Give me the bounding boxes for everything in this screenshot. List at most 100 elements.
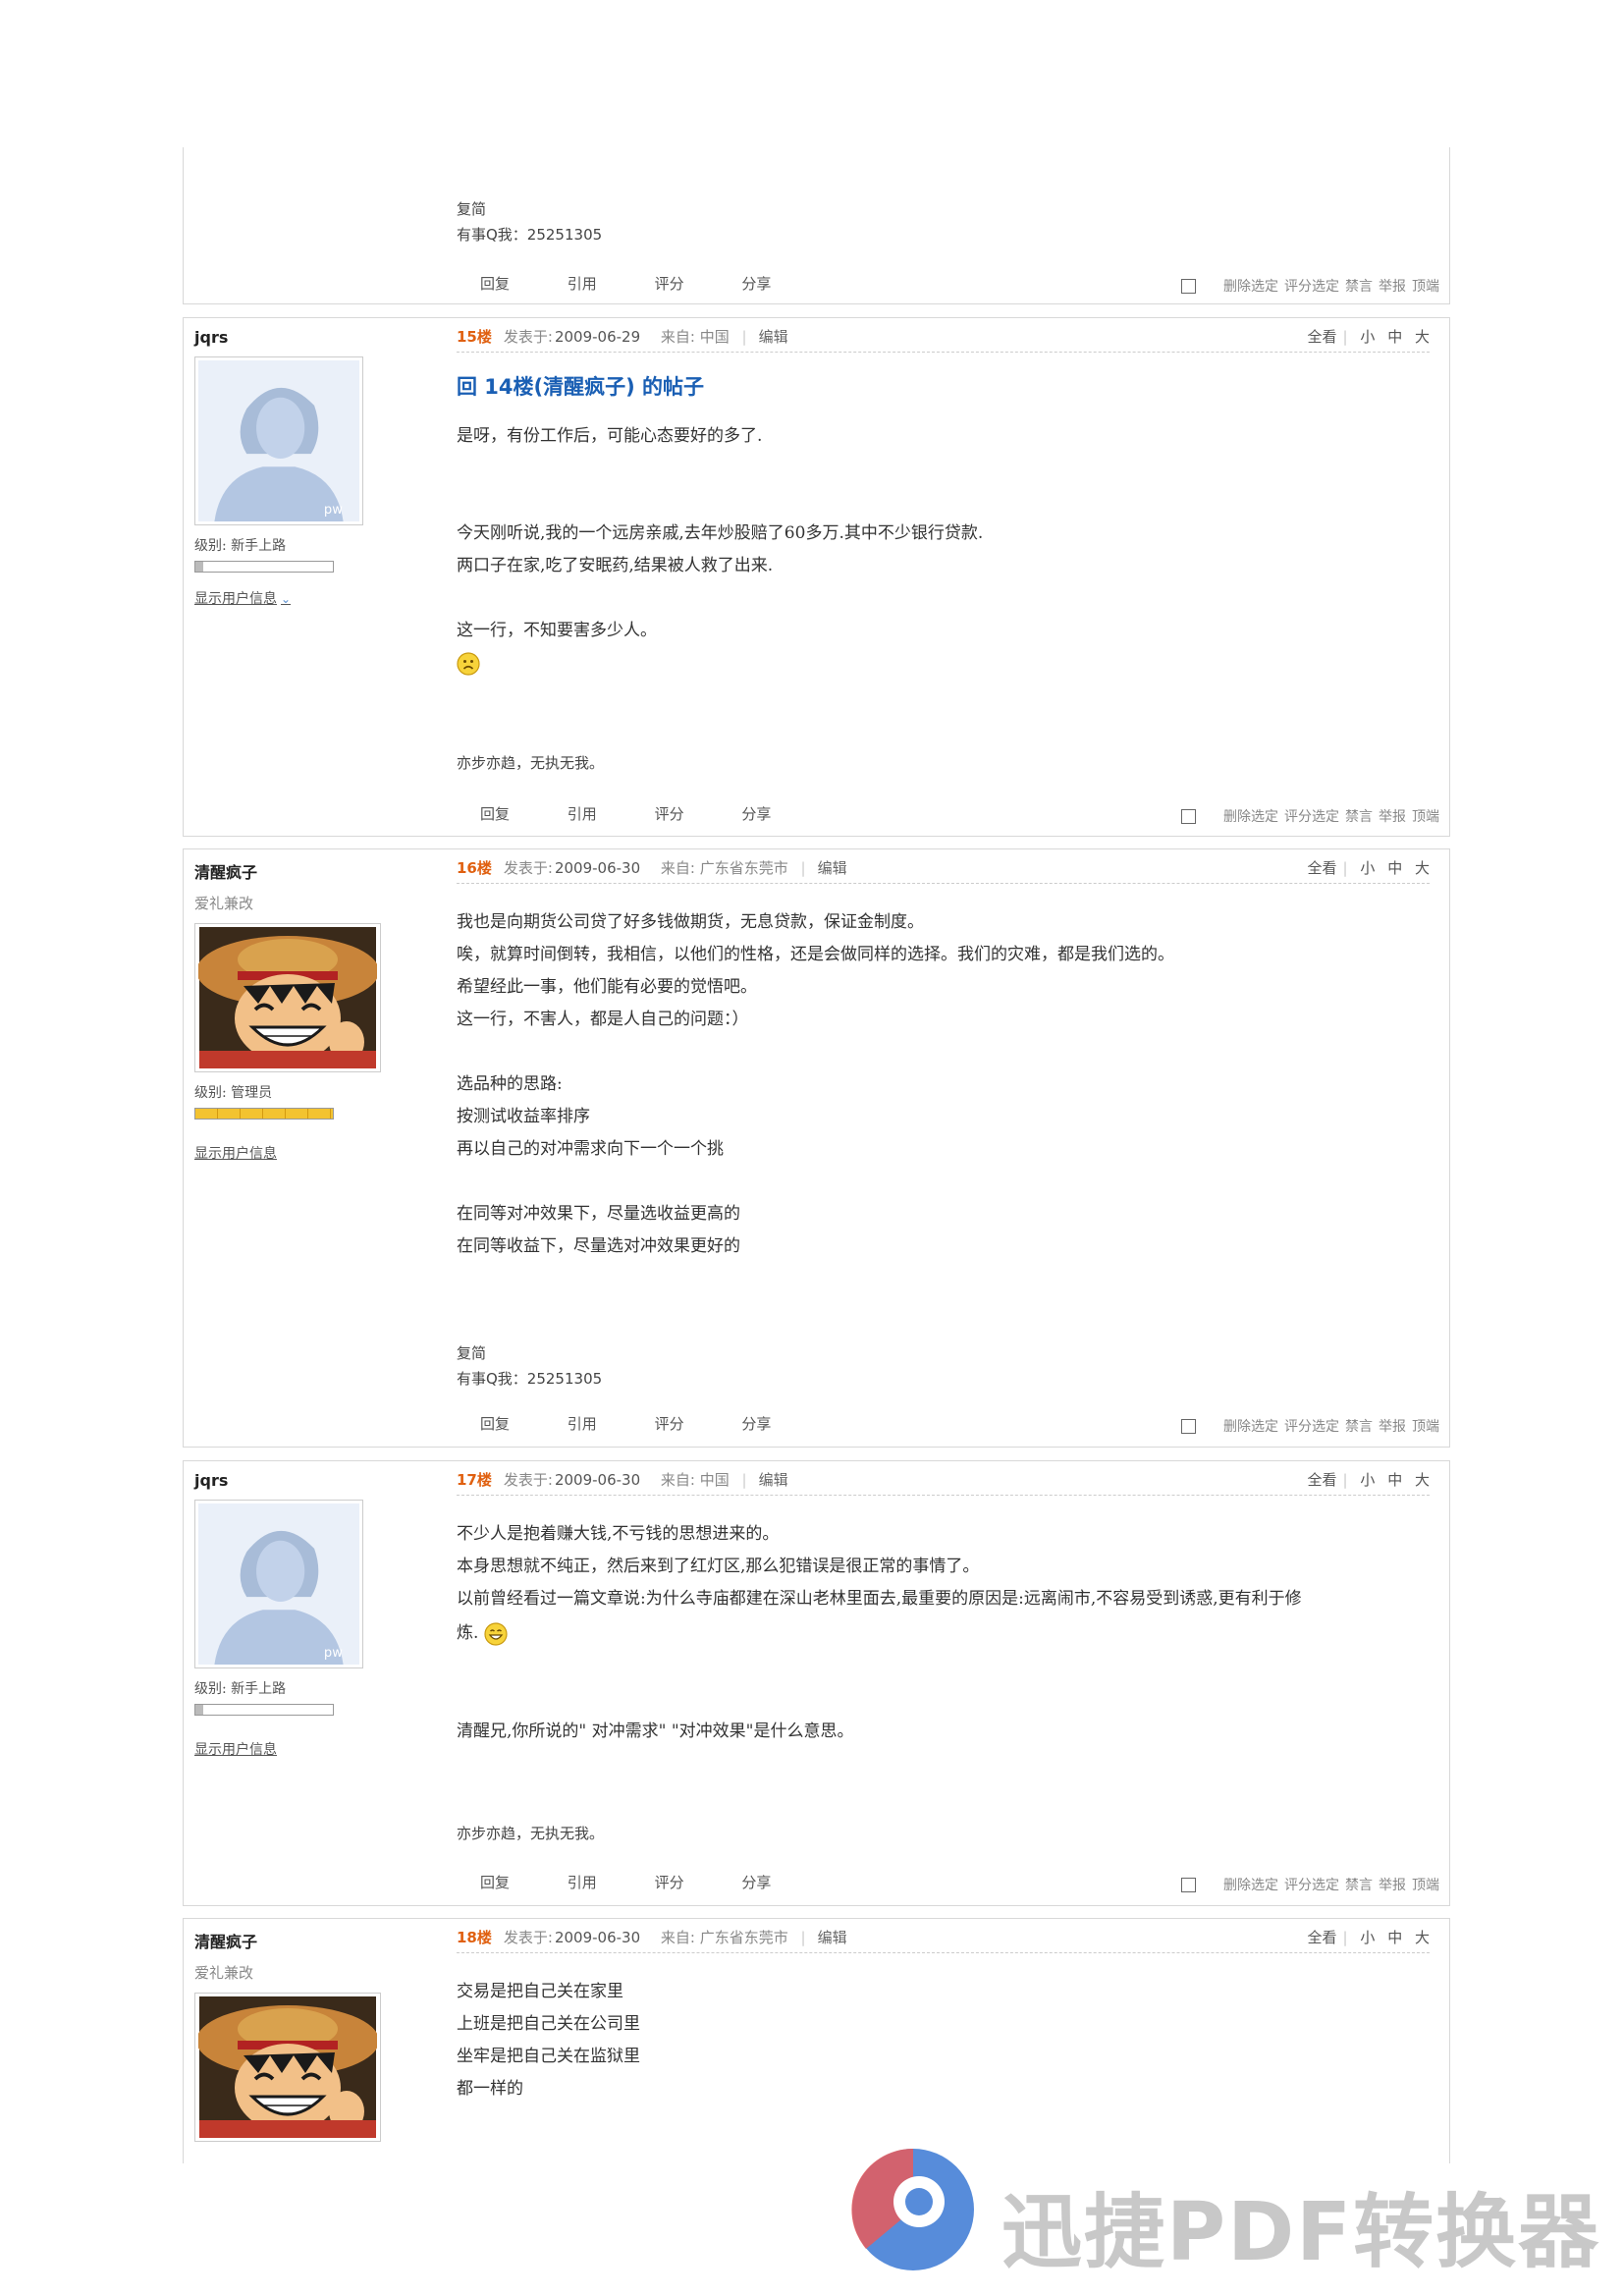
level-progress-bar <box>194 1108 334 1120</box>
font-large-link[interactable]: 大 <box>1415 328 1430 346</box>
floor-number[interactable]: 18楼 <box>457 1929 492 1946</box>
reply-button[interactable]: 回复 <box>480 1874 510 1891</box>
show-user-info-link[interactable]: 显示用户信息 <box>194 1143 277 1163</box>
font-large-link[interactable]: 大 <box>1415 859 1430 877</box>
quote-button[interactable]: 引用 <box>568 275 597 293</box>
rate-button[interactable]: 评分 <box>655 1415 684 1433</box>
avatar[interactable]: pw <box>194 356 363 525</box>
post-line: 不少人是抱着赚大钱,不亏钱的思想进来的。 <box>457 1524 780 1544</box>
ban-link[interactable]: 禁言 <box>1345 276 1373 296</box>
post-line: 都一样的 <box>457 2079 523 2099</box>
view-controls: 全看 | 小 中 大 <box>1307 1471 1430 1489</box>
delete-selected-link[interactable]: 删除选定 <box>1223 1416 1278 1436</box>
top-link[interactable]: 顶端 <box>1412 806 1439 826</box>
post-line: 今天刚听说,我的一个远房亲戚,去年炒股赔了60多万.其中不少银行贷款. <box>457 523 984 543</box>
level-progress-bar <box>194 1704 334 1716</box>
rate-button[interactable]: 评分 <box>655 805 684 823</box>
font-medium-link[interactable]: 中 <box>1387 328 1402 346</box>
rate-button[interactable]: 评分 <box>655 1874 684 1891</box>
quote-button[interactable]: 引用 <box>568 805 597 823</box>
edit-link[interactable]: 编辑 <box>759 328 788 346</box>
ban-link[interactable]: 禁言 <box>1345 1875 1373 1894</box>
top-link[interactable]: 顶端 <box>1412 1875 1439 1894</box>
view-all-link[interactable]: 全看 <box>1308 859 1337 877</box>
rate-selected-link[interactable]: 评分选定 <box>1284 1875 1339 1894</box>
font-medium-link[interactable]: 中 <box>1387 1929 1402 1946</box>
floor-number[interactable]: 15楼 <box>457 328 492 346</box>
show-user-info-link[interactable]: 显示用户信息 ⌄ <box>194 588 291 608</box>
avatar[interactable] <box>194 1993 381 2142</box>
user-title: 爱礼兼改 <box>194 1964 254 1982</box>
select-checkbox[interactable] <box>1181 1877 1196 1892</box>
top-link[interactable]: 顶端 <box>1412 1416 1439 1436</box>
font-small-link[interactable]: 小 <box>1360 1471 1375 1489</box>
delete-selected-link[interactable]: 删除选定 <box>1223 806 1278 826</box>
report-link[interactable]: 举报 <box>1379 1416 1406 1436</box>
converter-logo-icon <box>851 2148 974 2270</box>
post-meta: 18楼 发表于: 2009-06-30 来自: 广东省东莞市 | 编辑 全看 | 小 中… <box>457 1927 1430 1953</box>
username[interactable]: jqrs <box>194 328 361 347</box>
share-button[interactable]: 分享 <box>741 1415 771 1433</box>
view-controls: 全看 | 小 中 大 <box>1307 1929 1430 1946</box>
post-line: 我也是向期货公司贷了好多钱做期货，无息贷款，保证金制度。 <box>457 912 924 932</box>
username[interactable]: jqrs <box>194 1471 361 1490</box>
share-button[interactable]: 分享 <box>741 805 771 823</box>
select-checkbox[interactable] <box>1181 1418 1196 1434</box>
post-location: 中国 <box>699 328 730 346</box>
svg-text:pw: pw <box>324 1646 343 1661</box>
post-line: 希望经此一事，他们能有必要的觉悟吧。 <box>457 977 757 997</box>
delete-selected-link[interactable]: 删除选定 <box>1223 1875 1278 1894</box>
post-body: 交易是把自己关在家里 上班是把自己关在公司里 坐牢是把自己关在监狱里 都一样的 <box>457 1976 1420 2105</box>
show-user-info-link[interactable]: 显示用户信息 <box>194 1739 277 1759</box>
watermark: 迅捷PDF转换器 <box>844 2141 1610 2279</box>
view-all-link[interactable]: 全看 <box>1308 1929 1337 1946</box>
report-link[interactable]: 举报 <box>1379 1875 1406 1894</box>
font-large-link[interactable]: 大 <box>1415 1929 1430 1946</box>
signature-name: 复简 <box>457 200 487 218</box>
font-small-link[interactable]: 小 <box>1360 328 1375 346</box>
rate-button[interactable]: 评分 <box>655 275 684 293</box>
signature-text: 亦步亦趋，无执无我。 <box>457 754 605 772</box>
select-checkbox[interactable] <box>1181 808 1196 824</box>
delete-selected-link[interactable]: 删除选定 <box>1223 276 1278 296</box>
font-medium-link[interactable]: 中 <box>1387 859 1402 877</box>
quote-button[interactable]: 引用 <box>568 1874 597 1891</box>
avatar[interactable] <box>194 923 381 1072</box>
avatar[interactable]: pw <box>194 1500 363 1668</box>
edit-link[interactable]: 编辑 <box>759 1471 788 1489</box>
floor-number[interactable]: 17楼 <box>457 1471 492 1489</box>
font-small-link[interactable]: 小 <box>1360 859 1375 877</box>
reply-button[interactable]: 回复 <box>480 1415 510 1433</box>
report-link[interactable]: 举报 <box>1379 276 1406 296</box>
edit-link[interactable]: 编辑 <box>818 859 847 877</box>
view-all-link[interactable]: 全看 <box>1308 328 1337 346</box>
edit-link[interactable]: 编辑 <box>818 1929 847 1946</box>
view-all-link[interactable]: 全看 <box>1308 1471 1337 1489</box>
post-line: 清醒兄,你所说的" 对冲需求" "对冲效果"是什么意思。 <box>457 1722 854 1741</box>
level-progress-bar <box>194 561 334 573</box>
font-medium-link[interactable]: 中 <box>1387 1471 1402 1489</box>
share-button[interactable]: 分享 <box>741 1874 771 1891</box>
username[interactable]: 清醒疯子 <box>194 859 361 883</box>
quote-button[interactable]: 引用 <box>568 1415 597 1433</box>
share-button[interactable]: 分享 <box>741 275 771 293</box>
reply-button[interactable]: 回复 <box>480 275 510 293</box>
rate-selected-link[interactable]: 评分选定 <box>1284 806 1339 826</box>
font-large-link[interactable]: 大 <box>1415 1471 1430 1489</box>
reply-button[interactable]: 回复 <box>480 805 510 823</box>
select-checkbox[interactable] <box>1181 278 1196 294</box>
top-link[interactable]: 顶端 <box>1412 276 1439 296</box>
font-small-link[interactable]: 小 <box>1360 1929 1375 1946</box>
sad-face-icon <box>457 651 480 676</box>
ban-link[interactable]: 禁言 <box>1345 806 1373 826</box>
user-sidebar: 清醒疯子 爱礼兼改 <box>194 1929 381 2142</box>
rate-selected-link[interactable]: 评分选定 <box>1284 276 1339 296</box>
moderation-tools: 删除选定 评分选定 禁言 举报 顶端 <box>1181 806 1439 826</box>
floor-number[interactable]: 16楼 <box>457 859 492 877</box>
cartoon-avatar-icon <box>198 927 377 1068</box>
report-link[interactable]: 举报 <box>1379 806 1406 826</box>
default-avatar-icon: pw <box>198 1503 359 1665</box>
rate-selected-link[interactable]: 评分选定 <box>1284 1416 1339 1436</box>
username[interactable]: 清醒疯子 <box>194 1929 361 1952</box>
ban-link[interactable]: 禁言 <box>1345 1416 1373 1436</box>
